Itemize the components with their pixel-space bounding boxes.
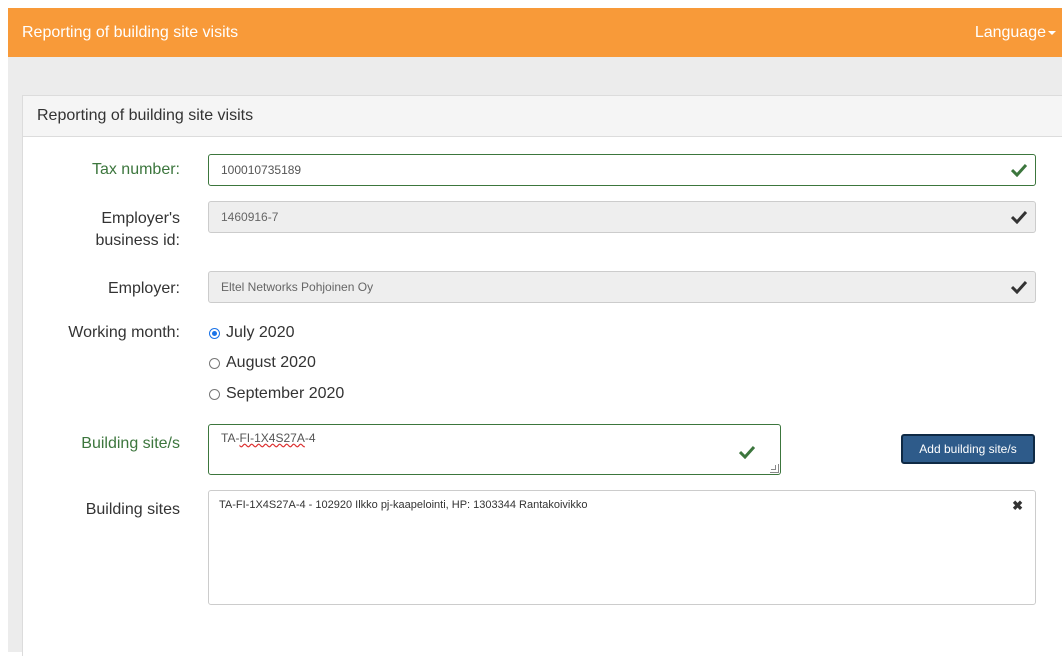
building-site-label: Building site/s xyxy=(81,435,180,452)
caret-down-icon xyxy=(1048,30,1056,35)
radio-button[interactable] xyxy=(209,357,220,369)
working-month-label: Working month: xyxy=(68,324,180,341)
panel-title: Reporting of building site visits xyxy=(37,107,254,124)
employer-label: Employer: xyxy=(107,280,180,297)
employer-input[interactable]: Eltel Networks Pohjoinen Oy xyxy=(208,271,1036,303)
language-dropdown[interactable]: Language xyxy=(975,24,1056,42)
building-site-textarea[interactable]: TA-FI-1X4S27A-4 xyxy=(208,424,781,475)
business-id-value: 1460916-7 xyxy=(221,210,279,224)
top-navbar: Reporting of building site visits Langua… xyxy=(8,8,1062,57)
radio-august-2020[interactable]: August 2020 xyxy=(209,354,316,372)
radio-label: July 2020 xyxy=(226,324,295,341)
panel-heading: Reporting of building site visits xyxy=(23,96,1062,137)
check-icon xyxy=(1011,210,1027,224)
business-id-label-line2: business id: xyxy=(95,232,181,249)
radio-label: August 2020 xyxy=(226,354,316,371)
radio-button[interactable] xyxy=(209,388,220,400)
language-label: Language xyxy=(974,24,1046,41)
radio-label: September 2020 xyxy=(226,385,345,402)
radio-july-2020[interactable]: July 2020 xyxy=(209,324,295,342)
radio-september-2020[interactable]: September 2020 xyxy=(209,385,344,403)
app-title-link[interactable]: Reporting of building site visits xyxy=(22,24,238,42)
building-site-value: TA-FI-1X4S27A-4 xyxy=(221,431,316,445)
check-icon xyxy=(739,445,755,459)
business-id-label: Employer's business id: xyxy=(8,208,181,252)
radio-button-selected[interactable] xyxy=(209,327,220,339)
check-icon xyxy=(1011,280,1027,294)
tax-number-value: 100010735189 xyxy=(221,163,302,177)
add-building-site-button[interactable]: Add building site/s xyxy=(901,434,1035,464)
list-item: TA-FI-1X4S27A-4 - 102920 Ilkko pj-kaapel… xyxy=(219,499,588,511)
business-id-label-line1: Employer's xyxy=(101,210,180,227)
building-sites-label: Building sites xyxy=(85,501,180,518)
business-id-input[interactable]: 1460916-7 xyxy=(208,201,1036,233)
employer-value: Eltel Networks Pohjoinen Oy xyxy=(221,280,374,294)
close-icon[interactable]: ✖ xyxy=(1012,498,1023,514)
tax-number-input[interactable]: 100010735189 xyxy=(208,154,1036,186)
building-sites-list: TA-FI-1X4S27A-4 - 102920 Ilkko pj-kaapel… xyxy=(208,490,1036,605)
resize-handle[interactable] xyxy=(770,464,779,473)
check-icon xyxy=(1011,163,1027,177)
tax-number-label: Tax number: xyxy=(91,161,180,178)
